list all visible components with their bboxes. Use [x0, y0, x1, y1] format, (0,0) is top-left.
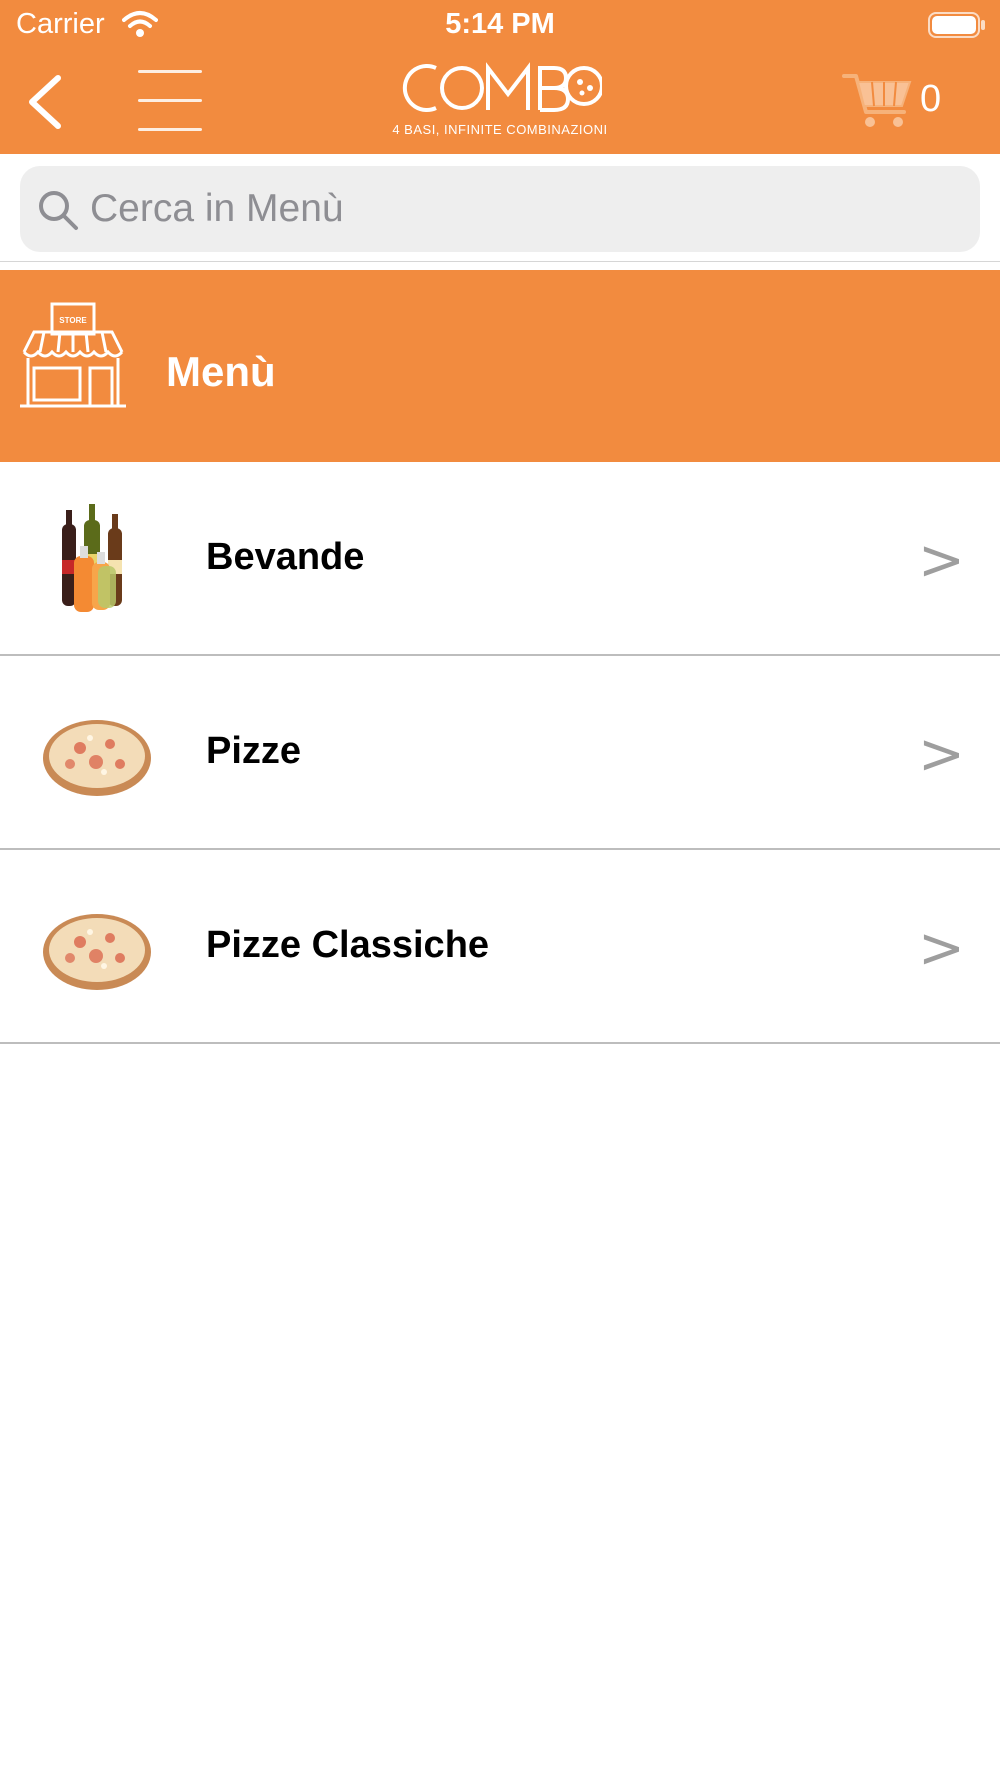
cart-count-badge[interactable]: 0	[920, 78, 941, 121]
status-time: 5:14 PM	[445, 8, 555, 40]
battery-icon	[928, 12, 985, 38]
menu-section-header: STORE Menù	[0, 270, 1000, 462]
list-item-label: Bevande	[206, 536, 365, 578]
list-item-label: Pizze Classiche	[206, 924, 490, 966]
search-field[interactable]	[20, 166, 980, 252]
drink-bottles-thumbnail	[62, 504, 122, 612]
logo-wordmark	[402, 62, 602, 112]
list-item-label: Pizze	[206, 730, 302, 772]
search-input[interactable]	[90, 176, 950, 242]
top-bar: Carrier 5:14 PM 4 BASI, INFINITE COMBINA…	[0, 0, 1000, 154]
combo-logo: 4 BASI, INFINITE COMBINAZIONI	[390, 58, 610, 144]
shopping-cart-icon[interactable]	[842, 70, 912, 132]
search-bar	[0, 154, 1000, 262]
category-list: Bevande > Pizze > Pizze Classiche >	[0, 462, 1000, 1044]
hamburger-menu-button[interactable]	[138, 68, 202, 134]
chevron-right-icon: >	[918, 916, 965, 981]
menu-section-title: Menù	[166, 348, 276, 395]
list-item-pizze-classiche[interactable]: Pizze Classiche >	[0, 850, 1000, 1044]
store-icon: STORE	[20, 302, 126, 408]
chevron-right-icon: >	[918, 722, 965, 787]
pizza-thumbnail	[43, 914, 151, 990]
list-item-pizze[interactable]: Pizze >	[0, 656, 1000, 850]
back-button[interactable]	[22, 74, 72, 130]
pizza-thumbnail	[43, 720, 151, 796]
store-sign-label: STORE	[59, 316, 87, 325]
status-bar: Carrier 5:14 PM	[0, 0, 1000, 52]
search-icon	[39, 191, 78, 230]
chevron-right-icon: >	[918, 528, 965, 593]
list-item-bevande[interactable]: Bevande >	[0, 462, 1000, 656]
logo-tagline: 4 BASI, INFINITE COMBINAZIONI	[392, 122, 608, 137]
